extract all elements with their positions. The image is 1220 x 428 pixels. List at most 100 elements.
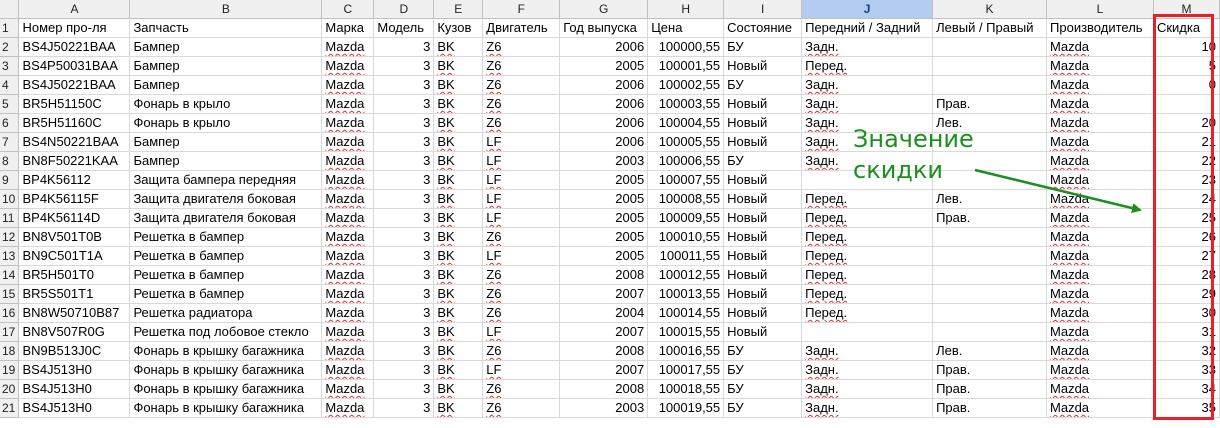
cell[interactable]: LF — [482, 151, 561, 172]
cell[interactable]: BK — [433, 246, 484, 267]
cell[interactable]: 2008 — [559, 265, 649, 286]
row-number[interactable]: 8 — [0, 151, 20, 172]
cell[interactable]: 30 — [1153, 303, 1220, 324]
cell[interactable]: 34 — [1153, 379, 1220, 400]
cell[interactable]: Бампер — [129, 132, 323, 153]
cell[interactable]: BK — [433, 189, 484, 210]
column-header[interactable]: Кузов — [433, 18, 484, 39]
cell[interactable]: BK — [433, 265, 484, 286]
column-letter-d[interactable]: D — [373, 0, 435, 20]
cell[interactable]: Z6 — [482, 56, 561, 77]
cell[interactable]: Z6 — [482, 37, 561, 58]
cell[interactable]: Mazda — [1046, 379, 1154, 400]
cell[interactable]: BK — [433, 227, 484, 248]
cell[interactable]: Фонарь в крышку багажника — [129, 379, 323, 400]
cell[interactable]: 2007 — [559, 284, 649, 305]
cell[interactable]: Mazda — [1046, 398, 1154, 419]
row-number[interactable]: 4 — [0, 75, 20, 96]
cell[interactable]: BK — [433, 398, 484, 419]
cell[interactable]: LF — [482, 132, 561, 153]
cell[interactable]: Mazda — [321, 113, 375, 134]
cell[interactable]: BK — [433, 303, 484, 324]
row-number[interactable]: 17 — [0, 322, 20, 343]
cell[interactable]: 100002,55 — [647, 75, 725, 96]
column-letter-e[interactable]: E — [433, 0, 484, 20]
cell[interactable]: 2005 — [559, 189, 649, 210]
cell[interactable]: Mazda — [321, 303, 375, 324]
cell[interactable]: BP4K56112 — [18, 170, 131, 191]
column-letter-m[interactable]: M — [1153, 0, 1220, 20]
cell[interactable]: BK — [433, 151, 484, 172]
cell[interactable]: Фонарь в крышку багажника — [129, 341, 323, 362]
cell[interactable]: 100018,55 — [647, 379, 725, 400]
row-number[interactable]: 1 — [0, 18, 20, 39]
cell[interactable]: Mazda — [321, 94, 375, 115]
cell[interactable]: 100010,55 — [647, 227, 725, 248]
cell[interactable]: 2006 — [559, 113, 649, 134]
cell[interactable]: Mazda — [1046, 113, 1154, 134]
cell[interactable]: Mazda — [321, 265, 375, 286]
cell[interactable]: 100016,55 — [647, 341, 725, 362]
row-number[interactable]: 5 — [0, 94, 20, 115]
cell[interactable]: 2003 — [559, 398, 649, 419]
cell[interactable]: БУ — [723, 360, 803, 381]
cell[interactable]: Mazda — [1046, 170, 1154, 191]
cell[interactable]: BP4K56115F — [18, 189, 131, 210]
cell[interactable]: Mazda — [321, 246, 375, 267]
cell[interactable]: 2003 — [559, 151, 649, 172]
cell[interactable]: 10 — [1153, 37, 1220, 58]
cell[interactable]: BK — [433, 113, 484, 134]
column-header[interactable]: Скидка — [1153, 18, 1220, 39]
cell[interactable]: Mazda — [1046, 94, 1154, 115]
cell[interactable]: 100003,55 — [647, 94, 725, 115]
cell[interactable]: BN9B513J0C — [18, 341, 131, 362]
cell[interactable]: 3 — [373, 246, 435, 267]
cell[interactable]: Mazda — [1046, 246, 1154, 267]
cell[interactable]: Перед. — [801, 208, 934, 229]
cell[interactable]: Прав. — [932, 208, 1048, 229]
cell[interactable]: BK — [433, 56, 484, 77]
cell[interactable]: БУ — [723, 341, 803, 362]
cell[interactable]: Mazda — [321, 75, 375, 96]
cell[interactable]: 2007 — [559, 322, 649, 343]
column-header[interactable]: Состояние — [723, 18, 803, 39]
cell[interactable]: BR5H501T0 — [18, 265, 131, 286]
cell[interactable]: 22 — [1153, 151, 1220, 172]
cell[interactable]: Решетка в бампер — [129, 246, 323, 267]
cell[interactable]: Решетка в бампер — [129, 227, 323, 248]
row-number[interactable]: 9 — [0, 170, 20, 191]
cell[interactable]: 2005 — [559, 208, 649, 229]
cell[interactable]: Прав. — [932, 379, 1048, 400]
cell[interactable]: Mazda — [1046, 265, 1154, 286]
cell[interactable]: 3 — [373, 322, 435, 343]
column-header[interactable]: Левый / Правый — [932, 18, 1048, 39]
cell[interactable]: 100013,55 — [647, 284, 725, 305]
cell[interactable]: Mazda — [321, 341, 375, 362]
cell[interactable]: 2006 — [559, 37, 649, 58]
row-number[interactable]: 2 — [0, 37, 20, 58]
column-header[interactable]: Год выпуска — [559, 18, 649, 39]
cell[interactable]: BS4J513H0 — [18, 398, 131, 419]
cell[interactable] — [801, 322, 934, 343]
cell[interactable]: 3 — [373, 398, 435, 419]
cell[interactable]: Новый — [723, 94, 803, 115]
cell[interactable]: BK — [433, 37, 484, 58]
cell[interactable]: Лев. — [932, 189, 1048, 210]
cell[interactable]: Решетка радиатора — [129, 303, 323, 324]
cell[interactable] — [1153, 94, 1220, 115]
cell[interactable]: 27 — [1153, 246, 1220, 267]
cell[interactable]: Новый — [723, 265, 803, 286]
cell[interactable]: 3 — [373, 227, 435, 248]
cell[interactable]: Задн. — [801, 379, 934, 400]
cell[interactable]: Задн. — [801, 37, 934, 58]
cell[interactable]: 2007 — [559, 360, 649, 381]
cell[interactable]: Mazda — [321, 37, 375, 58]
cell[interactable]: 100017,55 — [647, 360, 725, 381]
cell[interactable]: 24 — [1153, 189, 1220, 210]
cell[interactable]: 3 — [373, 113, 435, 134]
cell[interactable]: 100000,55 — [647, 37, 725, 58]
cell[interactable]: 100001,55 — [647, 56, 725, 77]
cell[interactable]: Z6 — [482, 341, 561, 362]
column-header[interactable]: Номер про-ля — [18, 18, 131, 39]
cell[interactable]: Задн. — [801, 94, 934, 115]
